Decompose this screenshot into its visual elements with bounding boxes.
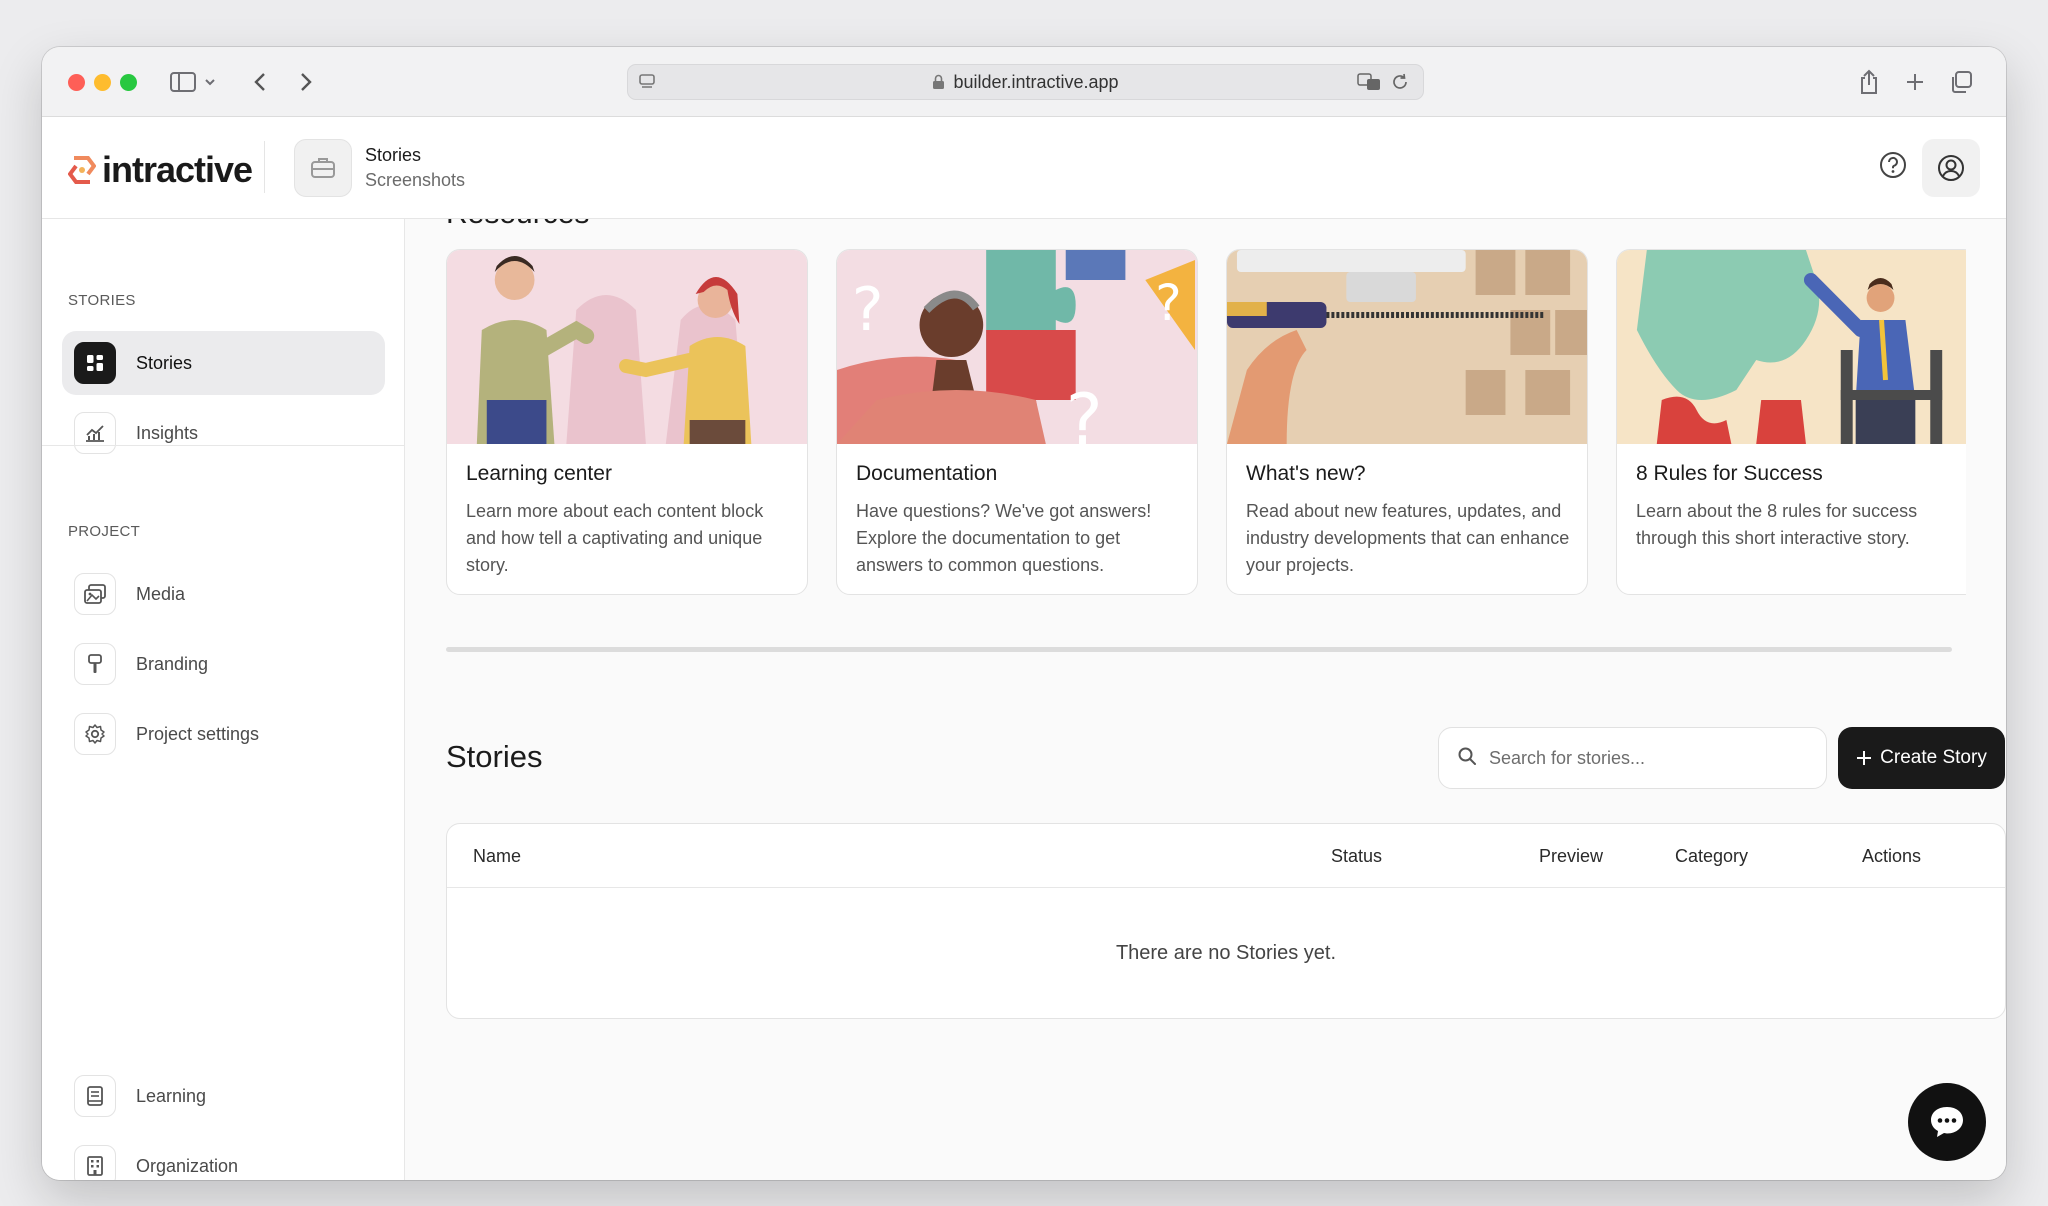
- search-box[interactable]: [1438, 727, 1827, 789]
- column-header-status[interactable]: Status: [1331, 846, 1382, 867]
- chat-launcher-button[interactable]: [1908, 1083, 1986, 1161]
- resources-title: Resources: [446, 219, 589, 231]
- gear-icon: [74, 713, 116, 755]
- sidebar-item-label: Learning: [136, 1085, 207, 1106]
- resource-card-whats-new[interactable]: What's new? Read about new features, upd…: [1226, 249, 1588, 595]
- chat-bubble-icon: [1931, 1107, 1963, 1137]
- puzzled-person-illustration: ? ? ?: [837, 250, 1197, 444]
- card-title: What's new?: [1246, 462, 1366, 485]
- sidebar-item-organization[interactable]: Organization: [62, 1134, 385, 1180]
- chevron-down-icon[interactable]: [202, 65, 218, 99]
- svg-text:?: ?: [1155, 274, 1181, 332]
- logo-mark-icon: [68, 156, 96, 184]
- sidebar-item-label: Organization: [136, 1155, 239, 1176]
- drill-wall-illustration: [1227, 250, 1587, 444]
- zoom-window-button[interactable]: [120, 74, 137, 91]
- card-description: Read about new features, updates, and in…: [1246, 501, 1570, 575]
- svg-text:?: ?: [1066, 380, 1103, 444]
- account-icon[interactable]: [1922, 139, 1980, 197]
- chart-icon: [74, 412, 116, 454]
- table-header: Name Status Preview Category Actions: [447, 824, 2005, 888]
- page-settings-icon[interactable]: [638, 73, 656, 96]
- puzzle-piece-man-illustration: [1617, 250, 1966, 444]
- building-icon: [74, 1145, 116, 1180]
- sidebar-item-label: Stories: [136, 352, 193, 373]
- column-header-actions[interactable]: Actions: [1862, 846, 1921, 867]
- sidebar-item-stories[interactable]: Stories: [62, 331, 385, 395]
- sidebar-divider: [42, 445, 404, 446]
- column-header-preview[interactable]: Preview: [1539, 846, 1603, 867]
- resource-cards: Learning center Learn more about each co…: [446, 249, 1966, 597]
- address-bar[interactable]: builder.intractive.app: [627, 64, 1424, 100]
- section-title-stories: STORIES: [68, 292, 136, 309]
- sidebar-item-label: Branding: [136, 653, 209, 674]
- url-text: builder.intractive.app: [953, 71, 1119, 92]
- help-icon[interactable]: [1878, 150, 1908, 180]
- intractive-logo[interactable]: intractive: [68, 149, 253, 191]
- sidebar-item-media[interactable]: Media: [62, 562, 385, 626]
- card-title: 8 Rules for Success: [1636, 462, 1823, 485]
- paint-roller-icon: [74, 643, 116, 685]
- svg-text:?: ?: [852, 275, 884, 345]
- sidebar-item-label: Project settings: [136, 723, 260, 744]
- resource-card-documentation[interactable]: ? ? ? Documentation Have questions? We'v…: [836, 249, 1198, 595]
- minimize-window-button[interactable]: [94, 74, 111, 91]
- horizontal-scrollbar[interactable]: [446, 647, 1952, 652]
- briefcase-icon[interactable]: [294, 139, 352, 197]
- search-icon: [1457, 746, 1477, 771]
- image-gallery-icon: [74, 573, 116, 615]
- sidebar-item-project-settings[interactable]: Project settings: [62, 702, 385, 766]
- browser-titlebar: builder.intractive.app: [42, 47, 2006, 117]
- reload-icon[interactable]: [1391, 72, 1409, 92]
- translate-icon[interactable]: [1357, 72, 1381, 92]
- forward-arrow-icon[interactable]: [296, 65, 316, 99]
- card-title: Learning center: [466, 462, 612, 485]
- browser-window: builder.intractive.app intractive Storie…: [42, 47, 2006, 1180]
- project-subtitle: Screenshots: [365, 170, 466, 190]
- share-icon[interactable]: [1856, 65, 1882, 99]
- sidebar-toggle-icon[interactable]: [168, 65, 198, 99]
- create-story-label: Create Story: [1880, 747, 1987, 768]
- plus-icon: [1857, 751, 1872, 765]
- resource-card-8-rules[interactable]: 8 Rules for Success Learn about the 8 ru…: [1616, 249, 1966, 595]
- sidebar-item-label: Media: [136, 583, 186, 604]
- column-header-category[interactable]: Category: [1675, 846, 1748, 867]
- empty-state-text: There are no Stories yet.: [1115, 942, 1337, 964]
- search-input[interactable]: [1489, 747, 1789, 769]
- dashboard-icon: [74, 342, 116, 384]
- sidebar-item-insights[interactable]: Insights: [62, 401, 385, 465]
- section-title-project: PROJECT: [68, 523, 141, 540]
- card-description: Learn about the 8 rules for success thro…: [1636, 501, 1918, 548]
- sidebar-item-label: Insights: [136, 422, 199, 443]
- back-arrow-icon[interactable]: [250, 65, 270, 99]
- column-header-name[interactable]: Name: [473, 846, 521, 867]
- book-icon: [74, 1075, 116, 1117]
- header-divider: [264, 141, 265, 193]
- sidebar: STORIES Stories Insights PROJECT Media B…: [42, 219, 405, 1180]
- main-content: Resources L: [406, 219, 2006, 1180]
- card-description: Have questions? We've got answers! Explo…: [856, 501, 1152, 575]
- project-name[interactable]: Stories: [365, 145, 421, 166]
- card-description: Learn more about each content block and …: [466, 501, 764, 575]
- logo-text: intractive: [102, 149, 253, 190]
- stories-heading: Stories: [446, 739, 543, 774]
- sidebar-item-learning[interactable]: Learning: [62, 1064, 385, 1128]
- tab-overview-icon[interactable]: [1948, 65, 1974, 99]
- app-header: intractive Stories Screenshots: [42, 117, 2006, 219]
- new-tab-icon[interactable]: [1904, 65, 1926, 99]
- close-window-button[interactable]: [68, 74, 85, 91]
- sidebar-item-branding[interactable]: Branding: [62, 632, 385, 696]
- create-story-button[interactable]: Create Story: [1838, 727, 2005, 789]
- stories-table: Name Status Preview Category Actions The…: [446, 823, 2006, 1019]
- resource-card-learning-center[interactable]: Learning center Learn more about each co…: [446, 249, 808, 595]
- card-title: Documentation: [856, 462, 998, 485]
- people-talking-illustration: [447, 250, 807, 444]
- lock-icon: [933, 74, 945, 89]
